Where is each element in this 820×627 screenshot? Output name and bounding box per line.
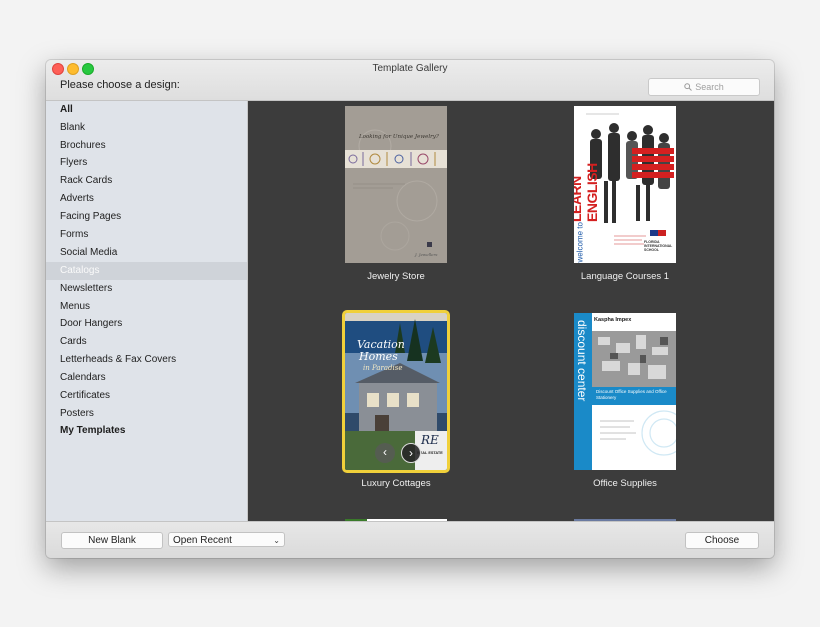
cottage-cover-title-2: Homes	[359, 350, 398, 363]
chevron-left-icon: ‹	[383, 445, 387, 459]
sidebar-item-newsletters[interactable]: Newsletters	[46, 280, 247, 298]
language-cover-welcome: welcome to	[575, 222, 585, 263]
template-thumbnail-language-courses-1[interactable]: LEARN ENGLISH welcome to FLORIDA INTERNA…	[574, 106, 676, 263]
search-icon	[684, 80, 693, 96]
template-gallery-window: Template Gallery Please choose a design:…	[46, 60, 774, 558]
sidebar-item-forms[interactable]: Forms	[46, 226, 247, 244]
open-recent-label: Open Recent	[173, 535, 232, 546]
choose-button[interactable]: Choose	[685, 532, 759, 549]
office-cover-vertical-text: discount center	[575, 320, 589, 402]
jewelry-cover-headline: Looking for Unique Jewelry?	[359, 134, 439, 140]
sidebar-item-menus[interactable]: Menus	[46, 298, 247, 316]
title-bar: Template Gallery Please choose a design:…	[46, 60, 774, 101]
office-cover-banner: Discount Office Supplies and Office Stat…	[596, 389, 667, 400]
dialog-footer: New Blank Open Recent ⌄ Choose	[46, 521, 774, 558]
chevron-right-icon: ›	[409, 446, 413, 460]
new-blank-button[interactable]: New Blank	[61, 532, 163, 549]
cottage-cover-title-1: Vacation	[357, 338, 405, 351]
search-placeholder: Search	[695, 82, 724, 92]
sidebar-item-calendars[interactable]: Calendars	[46, 369, 247, 387]
template-name[interactable]: Jewelry Store	[316, 271, 476, 282]
cottage-cover-logo: RE	[421, 433, 439, 447]
window-title: Template Gallery	[372, 63, 448, 74]
search-field[interactable]: Search	[648, 78, 760, 96]
next-page-button[interactable]: ›	[401, 443, 421, 463]
sidebar-item-posters[interactable]: Posters	[46, 405, 247, 423]
language-cover-school: FLORIDA INTERNATIONAL SCHOOL	[644, 240, 673, 252]
template-thumbnail-jewelry-store[interactable]: Looking for Unique Jewelry? J. Jewellers	[345, 106, 447, 263]
design-prompt: Please choose a design:	[60, 79, 180, 91]
sidebar-item-letterheads-fax-covers[interactable]: Letterheads & Fax Covers	[46, 351, 247, 369]
open-recent-select[interactable]: Open Recent ⌄	[168, 532, 285, 547]
office-cover-brand: Kaspha Impex	[594, 317, 632, 323]
sidebar-item-door-hangers[interactable]: Door Hangers	[46, 315, 247, 333]
sidebar-item-all[interactable]: All	[46, 101, 247, 119]
template-thumbnail-luxury-cottages[interactable]: Vacation Homes in Paradise RE REAL ESTAT…	[342, 310, 450, 473]
previous-page-button[interactable]: ‹	[375, 443, 395, 463]
jewelry-cover-art	[345, 106, 447, 263]
template-name[interactable]: Language Courses 1	[545, 271, 705, 282]
sidebar-item-adverts[interactable]: Adverts	[46, 190, 247, 208]
sidebar-item-blank[interactable]: Blank	[46, 119, 247, 137]
sidebar-item-my-templates[interactable]: My Templates	[46, 422, 247, 440]
template-thumbnail-office-supplies[interactable]: Kaspha Impex discount center Discount Of…	[574, 313, 676, 470]
sidebar-item-cards[interactable]: Cards	[46, 333, 247, 351]
sidebar-item-flyers[interactable]: Flyers	[46, 154, 247, 172]
sidebar-item-rack-cards[interactable]: Rack Cards	[46, 172, 247, 190]
sidebar-item-social-media[interactable]: Social Media	[46, 244, 247, 262]
chevron-updown-icon: ⌄	[273, 536, 280, 545]
cottage-cover-subtitle: in Paradise	[363, 364, 403, 372]
category-sidebar: All Blank Brochures Flyers Rack Cards Ad…	[46, 101, 248, 521]
template-name[interactable]: Luxury Cottages	[316, 478, 476, 489]
jewelry-cover-signature: J. Jewellers	[415, 252, 438, 257]
sidebar-item-facing-pages[interactable]: Facing Pages	[46, 208, 247, 226]
sidebar-item-certificates[interactable]: Certificates	[46, 387, 247, 405]
template-name[interactable]: Office Supplies	[545, 478, 705, 489]
sidebar-item-catalogs[interactable]: Catalogs	[46, 262, 247, 280]
template-gallery: Looking for Unique Jewelry? J. Jewellers…	[248, 101, 774, 521]
sidebar-item-brochures[interactable]: Brochures	[46, 137, 247, 155]
